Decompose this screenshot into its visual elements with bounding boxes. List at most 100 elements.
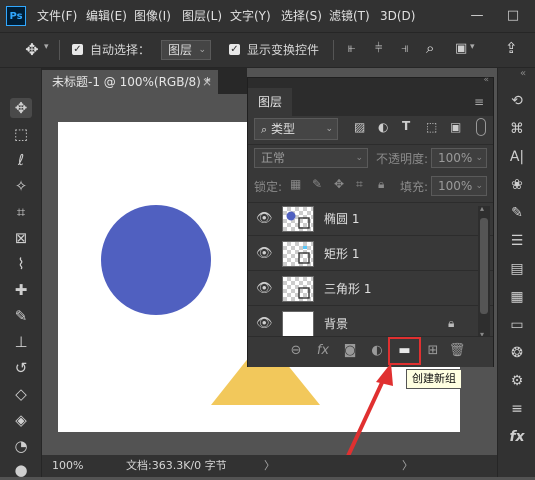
workspace-icon[interactable]: ▣ xyxy=(455,41,467,56)
blend-mode-dropdown[interactable]: 正常 ⌄ xyxy=(254,148,368,168)
lock-all-icon[interactable]: 🔒︎ xyxy=(378,177,384,192)
lock-artboard-icon[interactable]: ⌗ xyxy=(356,177,363,192)
document-info[interactable]: 文档:363.3K/0 字节 xyxy=(126,455,227,477)
visibility-eye-icon[interactable]: 👁︎ xyxy=(256,316,273,332)
fill-value: 100% xyxy=(438,179,473,193)
layer-name[interactable]: 矩形 1 xyxy=(324,237,359,271)
panel-drag-bar[interactable]: « xyxy=(248,75,493,88)
layer-filter-dropdown[interactable]: ⌕ 类型 ⌄ xyxy=(254,118,338,140)
menu-type[interactable]: 文字(Y) xyxy=(230,0,271,32)
actions-panel-icon[interactable]: ≡ xyxy=(504,398,530,420)
move-tool-icon[interactable]: ✥ xyxy=(10,98,32,118)
eraser-tool-icon[interactable]: ◇ xyxy=(10,384,32,404)
menu-bar: Ps 文件(F) 编辑(E) 图像(I) 图层(L) 文字(Y) 选择(S) 滤… xyxy=(0,0,535,32)
zoom-level[interactable]: 100% xyxy=(52,455,83,477)
status-arrow-icon[interactable]: 〉 xyxy=(402,455,413,477)
tab-layers[interactable]: 图层 xyxy=(248,88,292,116)
fill-field[interactable]: 100% ⌄ xyxy=(431,176,487,196)
collapse-icon[interactable]: « xyxy=(520,68,526,79)
filter-shape-icon[interactable]: ⬚ xyxy=(426,120,437,134)
visibility-eye-icon[interactable]: 👁︎ xyxy=(256,281,273,297)
color-panel-icon[interactable]: ❀ xyxy=(504,174,530,196)
menu-3d[interactable]: 3D(D) xyxy=(380,0,415,32)
layer-thumbnail xyxy=(282,311,314,337)
tool-preset-chevron-icon[interactable]: ▾ xyxy=(44,42,49,52)
brush-tool-icon[interactable]: ✎ xyxy=(10,306,32,326)
new-layer-icon[interactable]: ⊞ xyxy=(422,337,444,365)
move-tool-icon[interactable]: ✥ xyxy=(22,40,42,60)
marquee-tool-icon[interactable]: ⬚ xyxy=(10,124,32,144)
filter-adjustment-icon[interactable]: ◐ xyxy=(378,120,388,134)
fx-icon[interactable]: fx xyxy=(312,337,334,365)
close-tab-icon[interactable]: × xyxy=(202,70,212,94)
blur-tool-icon[interactable]: ◔ xyxy=(10,436,32,456)
auto-select-target-dropdown[interactable]: 图层 ⌄ xyxy=(161,40,211,60)
visibility-eye-icon[interactable]: 👁︎ xyxy=(256,246,273,262)
layer-row-rect[interactable]: 👁︎ 矩形 1 xyxy=(248,237,493,271)
frame-tool-icon[interactable]: ⊠ xyxy=(10,228,32,248)
document-title: 未标题-1 @ 100%(RGB/8) * xyxy=(52,75,211,89)
ellipse-shape[interactable] xyxy=(101,205,211,315)
styles-panel-icon[interactable]: ▭ xyxy=(504,314,530,336)
share-icon[interactable]: ⇪ xyxy=(505,39,518,57)
search-icon[interactable]: ⌕ xyxy=(426,39,434,57)
menu-image[interactable]: 图像(I) xyxy=(134,0,171,32)
menu-filter[interactable]: 滤镜(T) xyxy=(329,0,370,32)
show-transform-checkbox[interactable]: ✓ xyxy=(229,44,240,55)
align-right-icon[interactable]: ⫣ xyxy=(401,41,409,56)
filter-toggle[interactable] xyxy=(476,118,486,136)
channels-panel-icon[interactable]: ❂ xyxy=(504,342,530,364)
filter-pixel-icon[interactable]: ▨ xyxy=(354,120,365,134)
document-tab[interactable]: 未标题-1 @ 100%(RGB/8) * × xyxy=(42,70,218,94)
link-layers-icon[interactable]: ⊖ xyxy=(285,337,307,365)
eyedropper-tool-icon[interactable]: ⌇ xyxy=(10,254,32,274)
menu-file[interactable]: 文件(F) xyxy=(37,0,77,32)
chevron-down-icon[interactable]: ▾ xyxy=(470,42,475,52)
trash-icon[interactable]: 🗑︎ xyxy=(446,337,468,365)
panel-menu-icon[interactable]: ≡ xyxy=(474,88,484,116)
auto-select-checkbox[interactable]: ✓ xyxy=(72,44,83,55)
properties-panel-icon[interactable]: ⚙ xyxy=(504,370,530,392)
paths-panel-icon[interactable]: ⌘ xyxy=(504,118,530,140)
visibility-eye-icon[interactable]: 👁︎ xyxy=(256,211,273,227)
character-panel-icon[interactable]: A| xyxy=(504,146,530,168)
lock-transparent-icon[interactable]: ▦ xyxy=(290,177,301,191)
maximize-button[interactable]: □ xyxy=(500,0,526,32)
minimize-button[interactable]: — xyxy=(464,0,490,32)
scrollbar[interactable]: ▴ ▾ xyxy=(478,204,490,342)
align-left-icon[interactable]: ⫦ xyxy=(348,41,355,56)
fx-panel-icon[interactable]: fx xyxy=(504,426,530,448)
layer-name[interactable]: 三角形 1 xyxy=(324,272,371,306)
history-panel-icon[interactable]: ⟲ xyxy=(504,90,530,112)
opacity-field[interactable]: 100% ⌄ xyxy=(431,148,487,168)
crop-tool-icon[interactable]: ⌗ xyxy=(10,202,32,222)
filter-type-icon[interactable]: T xyxy=(402,119,410,133)
scrollbar-thumb[interactable] xyxy=(480,218,488,314)
status-arrow-icon[interactable]: 〉 xyxy=(264,455,275,477)
scroll-up-icon[interactable]: ▴ xyxy=(480,204,484,213)
lock-position-icon[interactable]: ✥ xyxy=(334,177,344,191)
magic-wand-tool-icon[interactable]: ✧ xyxy=(10,176,32,196)
stamp-tool-icon[interactable]: ⊥ xyxy=(10,332,32,352)
auto-select-target-value: 图层 xyxy=(168,43,193,57)
brush-panel-icon[interactable]: ✎ xyxy=(504,202,530,224)
filter-smart-object-icon[interactable]: ▣ xyxy=(450,120,461,134)
healing-brush-tool-icon[interactable]: ✚ xyxy=(10,280,32,300)
dodge-tool-icon[interactable]: ● xyxy=(10,460,32,480)
libraries-panel-icon[interactable]: ▦ xyxy=(504,286,530,308)
menu-edit[interactable]: 编辑(E) xyxy=(86,0,127,32)
paint-bucket-tool-icon[interactable]: ◈ xyxy=(10,410,32,430)
layer-row-ellipse[interactable]: 👁︎ 椭圆 1 xyxy=(248,202,493,236)
menu-layer[interactable]: 图层(L) xyxy=(182,0,222,32)
adjustments-panel-icon[interactable]: ☰ xyxy=(504,230,530,252)
gradient-panel-icon[interactable]: ▤ xyxy=(504,258,530,280)
history-brush-tool-icon[interactable]: ↺ xyxy=(10,358,32,378)
menu-select[interactable]: 选择(S) xyxy=(281,0,322,32)
layer-row-triangle[interactable]: 👁︎ 三角形 1 xyxy=(248,272,493,306)
collapse-icon[interactable]: « xyxy=(483,75,489,85)
lock-image-icon[interactable]: ✎ xyxy=(312,177,322,191)
opacity-value: 100% xyxy=(438,151,473,165)
layer-name[interactable]: 椭圆 1 xyxy=(324,202,359,236)
lasso-tool-icon[interactable]: ℓ xyxy=(10,150,32,170)
align-center-icon[interactable]: ⫩ xyxy=(375,41,382,56)
